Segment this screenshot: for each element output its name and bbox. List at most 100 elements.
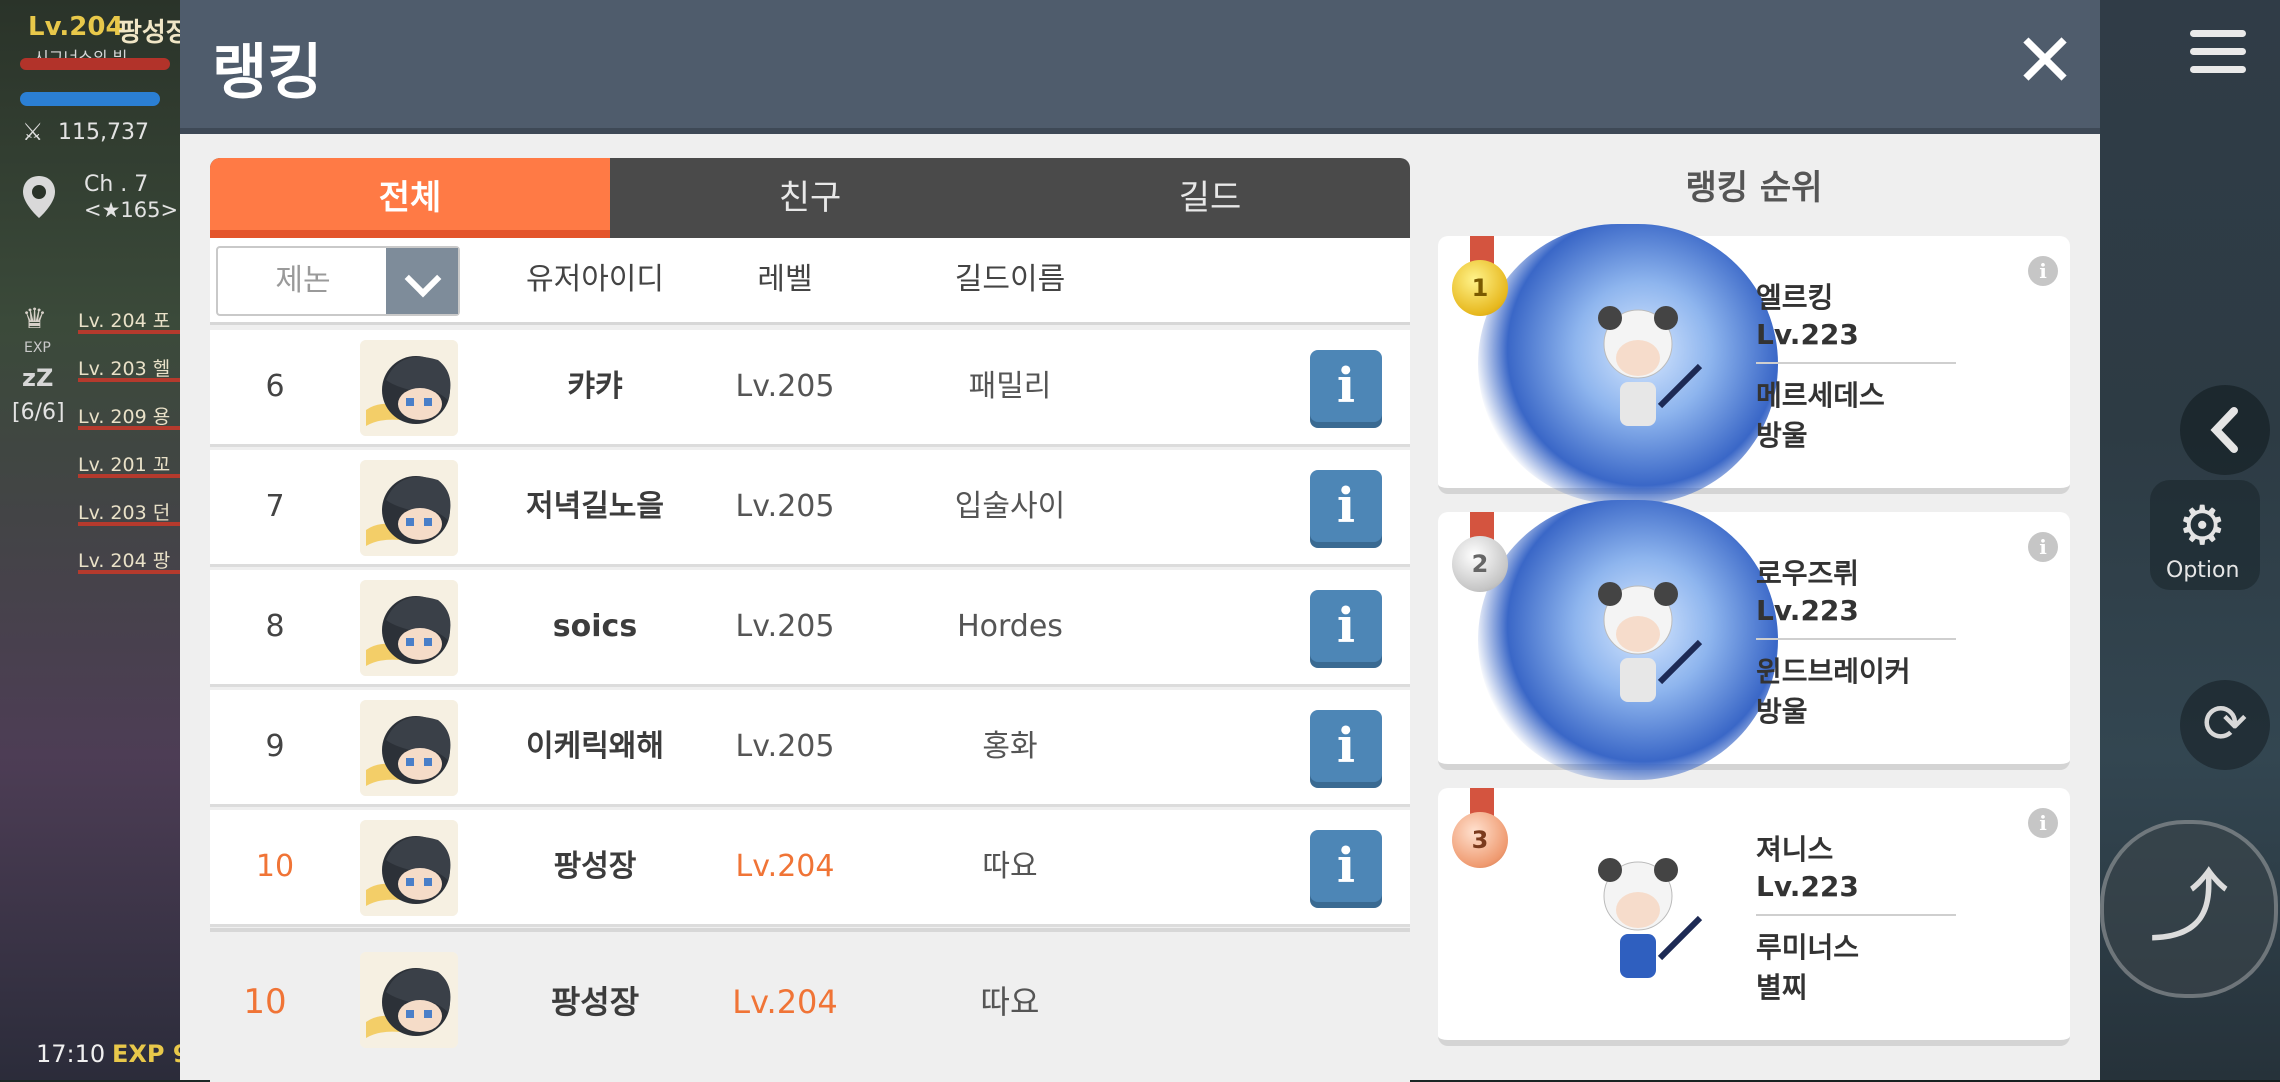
- table-row[interactable]: 6 캬캬 Lv.205 패밀리 i: [210, 330, 1410, 447]
- user-guild: Hordes: [957, 609, 1063, 644]
- user-name: 캬캬: [567, 369, 623, 404]
- swords-icon: ⚔: [22, 118, 44, 146]
- user-guild: 홍화: [982, 729, 1038, 764]
- podium-info: 엘르킹 Lv.223 메르세데스 방울: [1756, 276, 1956, 454]
- crown-icon: ♛: [22, 302, 48, 335]
- table-row-self[interactable]: 10 팡성장 Lv.204 따요 i: [210, 810, 1410, 927]
- podium-card-1: 1 엘르킹 Lv.223 메르세데스 방울 i: [1438, 224, 2070, 504]
- option-label: Option: [2166, 558, 2240, 583]
- podium-card-3: 3 져니스 Lv.223 루미너스 별찌 i: [1438, 788, 2070, 1046]
- rank-number: 6: [265, 369, 285, 404]
- tab-all[interactable]: 전체: [210, 158, 610, 238]
- quest-item[interactable]: Lv. 204 포: [78, 306, 188, 336]
- hp-bar: [20, 58, 170, 70]
- player-name: 팡성장: [118, 18, 190, 48]
- silver-medal-icon: 2: [1452, 512, 1512, 602]
- podium-level: Lv.223: [1756, 594, 1956, 640]
- podium-info: 져니스 Lv.223 루미너스 별찌: [1756, 828, 1956, 1006]
- exp-readout: EXP 9: [112, 1040, 190, 1068]
- character-avatar: [360, 700, 458, 796]
- table-row[interactable]: 8 soics Lv.205 Hordes i: [210, 570, 1410, 687]
- user-guild: 패밀리: [968, 369, 1052, 404]
- podium-info: 로우즈뤼 Lv.223 윈드브레이커 방울: [1756, 552, 1956, 730]
- attack-button[interactable]: ⤴: [2100, 820, 2278, 998]
- menu-icon[interactable]: [2190, 30, 2246, 74]
- channel-label[interactable]: Ch . 7: [84, 172, 148, 197]
- rank-number: 10: [255, 849, 295, 884]
- my-rank-number: 10: [243, 982, 287, 1022]
- character-sprite: [1568, 848, 1708, 998]
- podium-job: 메르세데스: [1756, 379, 1885, 412]
- close-icon[interactable]: ✕: [2010, 24, 2080, 98]
- podium-title: 랭킹 순위: [1685, 168, 1823, 208]
- bronze-medal-icon: 3: [1452, 788, 1512, 878]
- clock-time: 17:10: [36, 1040, 106, 1068]
- user-name: 이케릭왜해: [526, 729, 664, 764]
- rank-number: 9: [265, 729, 285, 764]
- job-filter-dropdown[interactable]: 제논: [216, 246, 460, 316]
- mp-bar: [20, 92, 160, 106]
- table-row[interactable]: 9 이케릭왜해 Lv.205 홍화 i: [210, 690, 1410, 807]
- rank-number: 8: [265, 609, 285, 644]
- my-name: 팡성장: [550, 983, 640, 1021]
- combat-power: 115,737: [58, 120, 149, 145]
- tab-bar: 전체 친구 길드: [210, 158, 1410, 238]
- refresh-icon[interactable]: ⟳: [2180, 680, 2270, 770]
- slot-count: [6/6]: [12, 400, 65, 425]
- tab-guild[interactable]: 길드: [1010, 158, 1410, 238]
- user-name: soics: [552, 609, 638, 644]
- info-button[interactable]: i: [1310, 710, 1382, 782]
- podium-card-2: 2 로우즈뤼 Lv.223 윈드브레이커 방울 i: [1438, 500, 2070, 780]
- quest-item[interactable]: Lv. 203 던: [78, 498, 188, 528]
- modal-title: 랭킹: [212, 38, 323, 108]
- gold-medal-icon: 1: [1452, 236, 1512, 326]
- info-icon[interactable]: i: [2028, 256, 2058, 286]
- column-guild: 길드이름: [954, 262, 1066, 297]
- podium-name: 져니스: [1756, 833, 1834, 866]
- tab-friends[interactable]: 친구: [610, 158, 1010, 238]
- gear-icon: ⚙: [2178, 494, 2227, 557]
- my-level: Lv.204: [732, 983, 838, 1021]
- info-icon[interactable]: i: [2028, 532, 2058, 562]
- info-icon[interactable]: i: [2028, 808, 2058, 838]
- user-level: Lv.205: [735, 369, 835, 404]
- ranking-rows: 6 캬캬 Lv.205 패밀리 i 7 저녁길노을 Lv.205 입술사이 i …: [210, 330, 1410, 930]
- location-pin-icon[interactable]: [20, 174, 58, 220]
- user-level: Lv.205: [735, 489, 835, 524]
- chevron-down-icon[interactable]: [386, 248, 458, 314]
- my-guild: 따요: [980, 983, 1040, 1021]
- map-level-label: <★165>: [84, 198, 179, 222]
- column-user-id: 유저아이디: [526, 262, 664, 297]
- quest-item[interactable]: Lv. 203 헬: [78, 354, 188, 384]
- modal-header: 랭킹 ✕: [180, 0, 2100, 134]
- option-button[interactable]: ⚙ Option: [2150, 480, 2260, 590]
- podium-job: 루미너스: [1756, 931, 1860, 964]
- chevron-left-icon[interactable]: [2180, 385, 2270, 475]
- info-button[interactable]: i: [1310, 590, 1382, 662]
- column-level: 레벨: [757, 262, 813, 297]
- info-button[interactable]: i: [1310, 830, 1382, 902]
- quest-item[interactable]: Lv. 209 용: [78, 402, 188, 432]
- character-avatar: [360, 580, 458, 676]
- auto-sleep-icon[interactable]: zZ: [22, 364, 53, 392]
- column-header-row: 제논 유저아이디 레벨 길드이름: [210, 238, 1410, 325]
- character-avatar: [360, 340, 458, 436]
- character-sprite: [1568, 572, 1708, 722]
- podium-level: Lv.223: [1756, 318, 1956, 364]
- user-level: Lv.204: [735, 849, 835, 884]
- ranking-list-panel: 전체 친구 길드 제논 유저아이디 레벨 길드이름 6 캬캬 Lv.205 패밀…: [210, 158, 1410, 1082]
- game-background-left: [0, 0, 180, 1080]
- podium-name: 로우즈뤼: [1756, 557, 1860, 590]
- user-level: Lv.205: [735, 609, 835, 644]
- rank-number: 7: [265, 489, 285, 524]
- user-name: 저녁길노을: [526, 489, 664, 524]
- table-row[interactable]: 7 저녁길노을 Lv.205 입술사이 i: [210, 450, 1410, 567]
- quest-item[interactable]: Lv. 204 팡: [78, 546, 188, 576]
- character-avatar: [360, 820, 458, 916]
- info-button[interactable]: i: [1310, 350, 1382, 422]
- character-avatar: [360, 460, 458, 556]
- user-guild: 따요: [982, 849, 1038, 884]
- quest-item[interactable]: Lv. 201 꼬: [78, 450, 188, 480]
- podium-level: Lv.223: [1756, 870, 1956, 916]
- info-button[interactable]: i: [1310, 470, 1382, 542]
